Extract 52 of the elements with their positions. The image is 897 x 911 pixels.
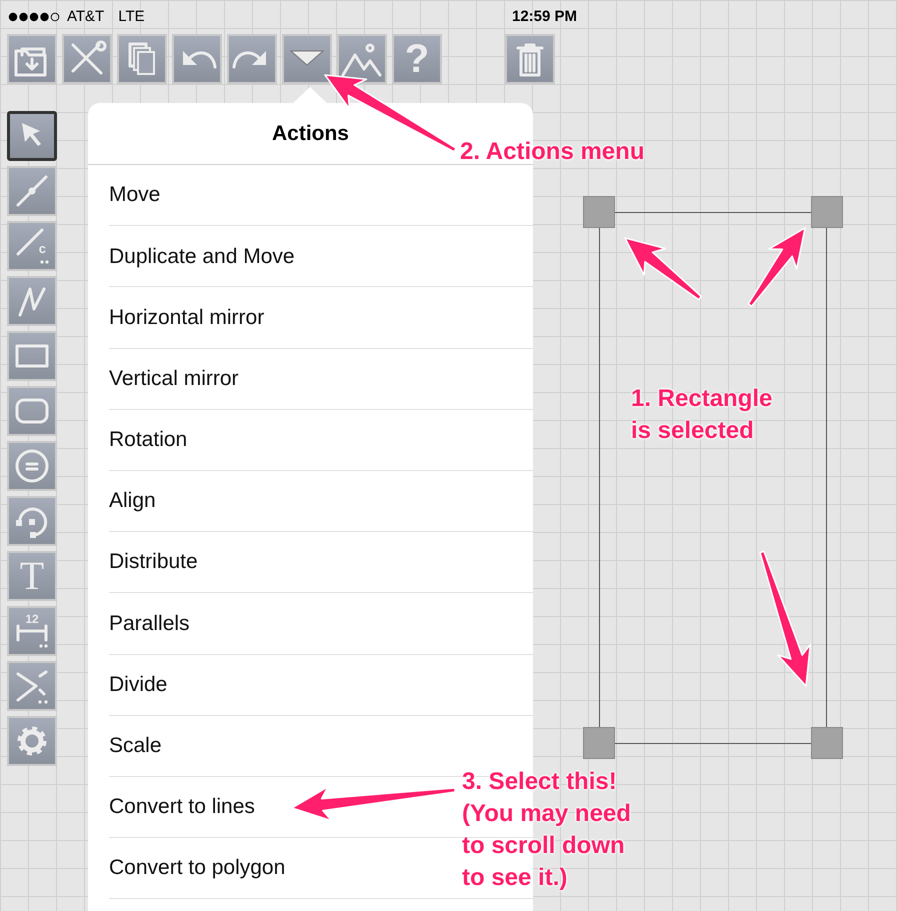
menu-item[interactable]: Duplicate and Move (109, 240, 295, 272)
redo-icon (232, 51, 266, 68)
stacked-pages-icon (128, 42, 155, 75)
line-icon (16, 176, 48, 206)
angle-icon (16, 670, 48, 704)
selection-handle[interactable] (811, 196, 843, 228)
gear-icon (18, 726, 46, 756)
signal-icon (8, 12, 62, 22)
arc-icon (16, 508, 48, 538)
trash-icon (516, 44, 544, 76)
menu-item[interactable]: Rotation (109, 424, 188, 456)
annotation-text: 1. Rectangle is selected (631, 384, 772, 446)
mountain-sun-icon (342, 44, 382, 76)
annotation-text: 2. Actions menu (460, 137, 644, 167)
toolbar-button[interactable] (172, 34, 222, 84)
undo-icon (183, 51, 216, 68)
toolbar-button[interactable] (337, 34, 387, 84)
toolbar-button[interactable] (7, 34, 57, 84)
dimension-icon (16, 624, 48, 648)
tool-button[interactable] (7, 111, 57, 161)
toolbar-button[interactable] (227, 34, 277, 84)
annotation-text: 3. Select this! (You may need to scroll down to see it.) (462, 767, 631, 893)
selection-handle[interactable] (583, 727, 615, 759)
wrench-screwdriver-icon (72, 40, 106, 74)
status-time: 12:59 PM (512, 6, 578, 27)
toolbar-button[interactable] (62, 34, 112, 84)
rectangle-icon (16, 344, 48, 368)
menu-item[interactable]: Horizontal mirror (109, 302, 264, 334)
circle-icon (16, 450, 48, 482)
selection-handle[interactable] (583, 196, 615, 228)
rectangle-shape[interactable] (599, 212, 827, 744)
menu-item[interactable]: Move (109, 179, 160, 211)
rounded-rectangle-icon (16, 398, 48, 424)
network-label: LTE (118, 6, 145, 27)
folder-icon (14, 48, 46, 76)
menu-item[interactable]: Vertical mirror (109, 362, 239, 394)
caret-icon (290, 50, 324, 66)
toolbar-button[interactable] (282, 34, 332, 84)
zigzag-icon (18, 288, 46, 316)
line-icon (16, 228, 49, 264)
menu-item[interactable]: Scale (109, 730, 162, 762)
menu-item[interactable]: Distribute (109, 546, 198, 578)
selection-handle[interactable] (811, 727, 843, 759)
menu-item[interactable]: Convert to polygon (109, 852, 286, 884)
toolbar-button[interactable] (117, 34, 167, 84)
menu-item[interactable]: Parallels (109, 608, 190, 640)
carrier-label: AT&T (67, 6, 104, 27)
menu-item[interactable]: Divide (109, 668, 168, 700)
menu-item[interactable]: Align (109, 485, 156, 517)
delete-button[interactable] (505, 34, 555, 84)
cursor-icon (22, 123, 41, 146)
menu-item[interactable]: Convert to lines (109, 791, 255, 823)
